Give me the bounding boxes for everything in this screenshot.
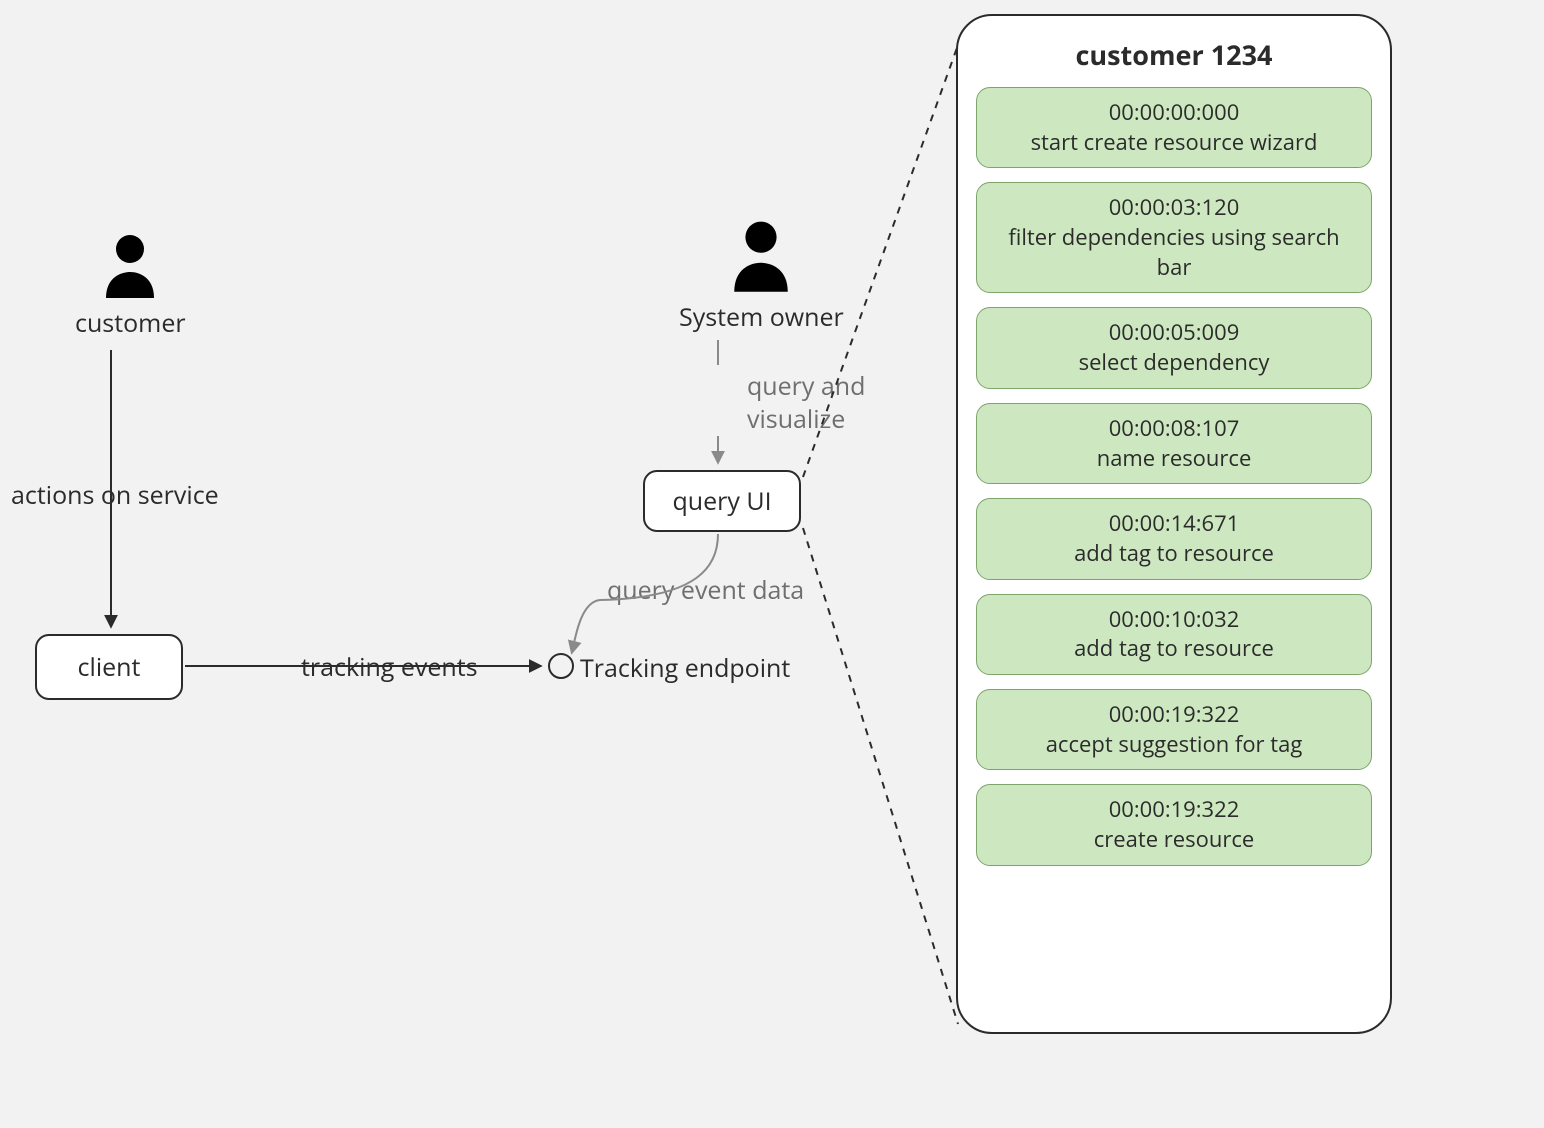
actor-system-owner: System owner <box>679 216 844 334</box>
timeline-panel: customer 1234 00:00:00:000 start create … <box>956 14 1392 1034</box>
actor-customer: customer <box>75 230 186 340</box>
person-icon <box>95 230 165 300</box>
timeline-event: 00:00:00:000 start create resource wizar… <box>976 87 1372 168</box>
node-query-ui: query UI <box>643 470 801 532</box>
timeline-event: 00:00:14:671 add tag to resource <box>976 498 1372 579</box>
event-label: filter dependencies using search bar <box>1008 222 1339 282</box>
node-client: client <box>35 634 183 700</box>
event-label: add tag to resource <box>1074 538 1274 568</box>
event-label: accept suggestion for tag <box>1046 729 1303 759</box>
edge-query-event-data: query event data <box>607 573 804 607</box>
timeline-event: 00:00:08:107 name resource <box>976 403 1372 484</box>
node-tracking-endpoint: Tracking endpoint <box>580 651 790 685</box>
event-timestamp: 00:00:05:009 <box>995 318 1353 348</box>
event-timestamp: 00:00:00:000 <box>995 98 1353 128</box>
timeline-event: 00:00:19:322 accept suggestion for tag <box>976 689 1372 770</box>
actor-customer-label: customer <box>75 306 186 340</box>
event-label: start create resource wizard <box>1031 127 1318 157</box>
event-timestamp: 00:00:19:322 <box>995 795 1353 825</box>
actor-system-owner-label: System owner <box>679 300 844 334</box>
timeline-event: 00:00:05:009 select dependency <box>976 307 1372 388</box>
diagram-canvas: customer System owner client query UI Tr… <box>0 0 1544 1128</box>
timeline-title: customer 1234 <box>976 36 1372 73</box>
event-timestamp: 00:00:19:322 <box>995 700 1353 730</box>
event-label: add tag to resource <box>1074 633 1274 663</box>
timeline-event: 00:00:03:120 filter dependencies using s… <box>976 182 1372 293</box>
edge-actions-on-service: actions on service <box>11 478 219 512</box>
person-icon <box>722 216 800 294</box>
node-query-ui-label: query UI <box>672 484 771 518</box>
event-label: create resource <box>1094 824 1254 854</box>
event-timestamp: 00:00:08:107 <box>995 414 1353 444</box>
event-timestamp: 00:00:03:120 <box>995 193 1353 223</box>
node-tracking-endpoint-label: Tracking endpoint <box>580 651 790 685</box>
event-label: select dependency <box>1079 347 1270 377</box>
timeline-list: 00:00:00:000 start create resource wizar… <box>976 87 1372 866</box>
event-timestamp: 00:00:14:671 <box>995 509 1353 539</box>
edge-tracking-events: tracking events <box>301 650 478 684</box>
edge-query-and-visualize: query and visualize <box>747 370 865 435</box>
timeline-event: 00:00:10:032 add tag to resource <box>976 594 1372 675</box>
timeline-event: 00:00:19:322 create resource <box>976 784 1372 865</box>
node-client-label: client <box>78 650 141 684</box>
event-label: name resource <box>1097 443 1252 473</box>
event-timestamp: 00:00:10:032 <box>995 605 1353 635</box>
